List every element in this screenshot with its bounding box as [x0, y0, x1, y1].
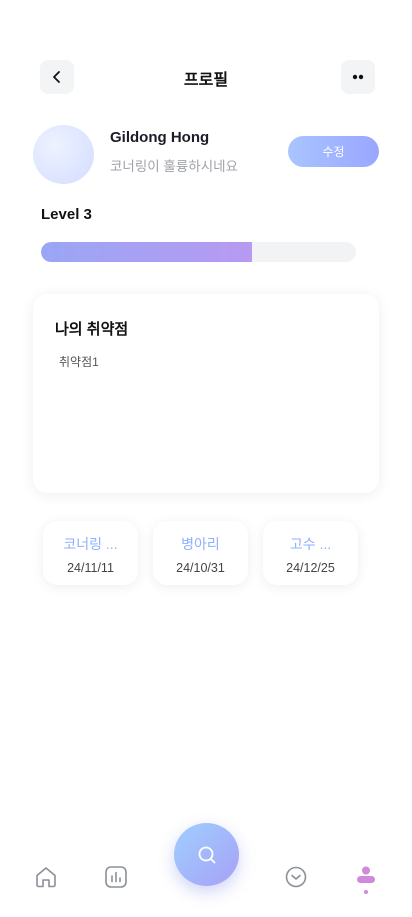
badge-name: 고수 ... — [289, 536, 332, 552]
search-icon — [198, 846, 215, 863]
badge-name: 병아리 — [181, 536, 220, 552]
search-button[interactable] — [174, 823, 239, 886]
tab-more[interactable] — [281, 862, 311, 892]
active-tab-indicator — [364, 890, 368, 894]
badge-card[interactable]: 코너링 ... 24/11/11 — [43, 521, 138, 585]
header: 프로필 — [0, 56, 412, 96]
badge-card[interactable]: 병아리 24/10/31 — [153, 521, 248, 585]
edit-button[interactable]: 수정 — [288, 136, 379, 167]
level-progress-bar — [41, 242, 356, 262]
tab-home[interactable] — [31, 862, 61, 892]
weakness-item: 취약점1 — [59, 355, 99, 369]
badge-card[interactable]: 고수 ... 24/12/25 — [263, 521, 358, 585]
level-label: Level 3 — [41, 206, 92, 223]
weakness-title: 나의 취약점 — [55, 321, 129, 338]
home-icon — [36, 867, 56, 888]
tab-profile[interactable] — [351, 862, 381, 892]
badge-date: 24/11/11 — [67, 561, 114, 575]
badge-name: 코너링 ... — [63, 536, 118, 552]
chevron-circle-icon — [285, 866, 307, 888]
user-status: 코너링이 훌륭하시네요 — [110, 159, 238, 174]
level-progress-fill — [41, 242, 253, 262]
more-dots-icon — [352, 74, 364, 80]
avatar[interactable] — [33, 125, 94, 184]
weakness-card: 나의 취약점 취약점1 — [33, 294, 379, 493]
tab-stats[interactable] — [101, 862, 131, 892]
user-name: Gildong Hong — [110, 129, 210, 146]
profile-icon — [357, 866, 375, 883]
chart-icon — [105, 866, 127, 888]
more-button[interactable] — [341, 60, 375, 94]
badge-date: 24/12/25 — [286, 561, 335, 575]
badge-date: 24/10/31 — [176, 561, 225, 575]
